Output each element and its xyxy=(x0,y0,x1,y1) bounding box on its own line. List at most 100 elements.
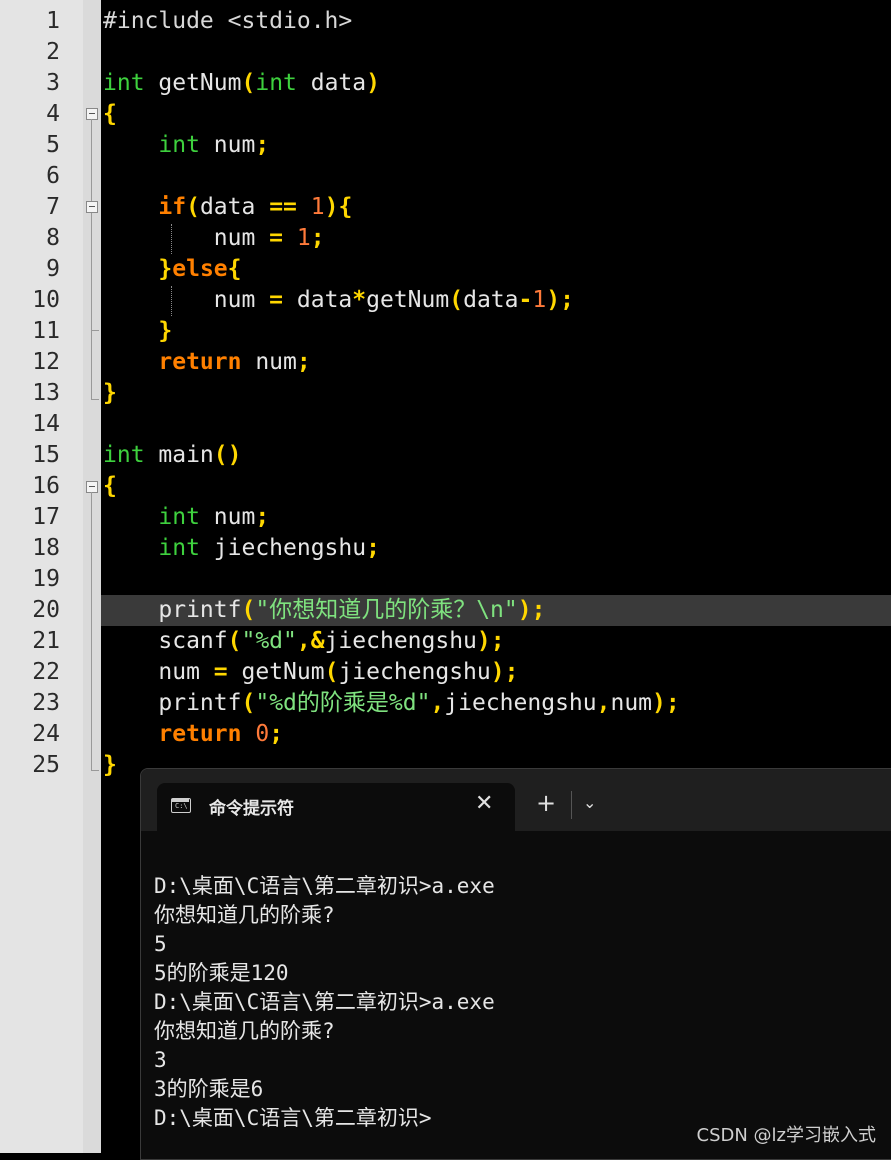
code-token: "你想知道几的阶乘？\n" xyxy=(255,597,518,623)
code-token: = xyxy=(269,225,284,251)
code-line[interactable]: #include <stdio.h> xyxy=(103,6,352,37)
code-token: ) xyxy=(324,194,339,220)
code-token: ; xyxy=(269,721,284,747)
code-token: num xyxy=(199,504,256,530)
code-line[interactable]: { xyxy=(103,99,117,130)
code-token: int xyxy=(103,70,145,96)
line-number: 4 xyxy=(46,101,60,127)
code-token: if xyxy=(158,194,187,220)
terminal-output-line: 5的阶乘是120 xyxy=(154,961,289,985)
code-token: ; xyxy=(255,504,270,530)
code-line[interactable]: return 0; xyxy=(103,719,283,750)
fold-margin xyxy=(83,0,101,1153)
code-token: { xyxy=(338,194,353,220)
code-line[interactable]: num = 1; xyxy=(103,223,325,254)
terminal-output-line: D:\桌面\C语言\第二章初识>a.exe xyxy=(154,874,495,898)
code-line[interactable]: return num; xyxy=(103,347,310,378)
code-token: = xyxy=(213,659,228,685)
line-number: 19 xyxy=(32,566,60,592)
code-token: return xyxy=(158,349,242,375)
code-token: ; xyxy=(310,225,325,251)
code-token: num xyxy=(241,349,297,375)
code-token: num xyxy=(103,225,270,251)
line-number: 9 xyxy=(46,256,60,282)
line-number: 23 xyxy=(32,690,60,716)
line-number: 10 xyxy=(32,287,60,313)
code-line[interactable]: } xyxy=(103,750,117,781)
line-number: 15 xyxy=(32,442,60,468)
fold-toggle-icon[interactable] xyxy=(86,108,98,120)
code-token: ( xyxy=(324,659,339,685)
terminal-titlebar: C:\ 命令提示符 ✕ + ⌄ xyxy=(141,769,891,831)
code-line[interactable]: } xyxy=(103,378,117,409)
code-line[interactable]: int main() xyxy=(103,440,242,471)
code-token: 0 xyxy=(255,721,270,747)
code-line[interactable]: { xyxy=(103,471,117,502)
code-line[interactable]: int jiechengshu; xyxy=(103,533,380,564)
code-line[interactable]: } xyxy=(103,316,172,347)
code-token: = xyxy=(269,287,284,313)
code-token: data xyxy=(199,194,270,220)
code-token: jiechengshu xyxy=(444,690,597,716)
code-token: jiechengshu xyxy=(324,628,477,654)
fold-toggle-icon[interactable] xyxy=(86,481,98,493)
terminal-output[interactable]: D:\桌面\C语言\第二章初识>a.exe 你想知道几的阶乘? 5 5的阶乘是120 D… xyxy=(154,872,495,1133)
terminal-output-line: D:\桌面\C语言\第二章初识>a.exe xyxy=(154,990,495,1014)
code-token: ; xyxy=(490,628,505,654)
new-tab-button[interactable]: + xyxy=(536,789,556,817)
code-token: * xyxy=(352,287,367,313)
chevron-down-icon[interactable]: ⌄ xyxy=(583,793,596,812)
fold-end xyxy=(91,770,99,771)
fold-toggle-icon[interactable] xyxy=(86,201,98,213)
code-token: jiechengshu xyxy=(199,535,367,561)
code-token: 1 xyxy=(296,225,311,251)
code-token: ) xyxy=(652,690,666,716)
code-token: ,& xyxy=(296,628,325,654)
code-token: () xyxy=(213,442,242,468)
code-line[interactable]: int getNum(int data) xyxy=(103,68,380,99)
code-token: , xyxy=(596,690,611,716)
code-token: int xyxy=(103,442,145,468)
command-prompt-window[interactable]: C:\ 命令提示符 ✕ + ⌄ D:\桌面\C语言\第二章初识>a.exe 你想知… xyxy=(140,768,891,1160)
code-token: getNum xyxy=(144,70,242,96)
code-line[interactable]: }else{ xyxy=(103,254,242,285)
code-token: main xyxy=(144,442,214,468)
code-token: 1 xyxy=(310,194,325,220)
code-line[interactable]: num = getNum(jiechengshu); xyxy=(103,657,518,688)
code-line[interactable]: printf("%d的阶乘是%d",jiechengshu,num); xyxy=(103,688,679,719)
code-line[interactable]: int num; xyxy=(103,502,269,533)
titlebar-divider xyxy=(571,791,572,819)
code-line[interactable]: if(data == 1){ xyxy=(103,192,352,223)
code-line[interactable]: int num; xyxy=(103,130,269,161)
code-line[interactable]: printf("你想知道几的阶乘？\n"); xyxy=(103,595,545,626)
code-token: getNum xyxy=(227,659,325,685)
code-line[interactable]: scanf("%d",&jiechengshu); xyxy=(103,626,505,657)
fold-end xyxy=(91,399,99,400)
close-icon[interactable]: ✕ xyxy=(475,791,493,816)
indent-guide xyxy=(171,286,172,316)
watermark: CSDN @lz学习嵌入式 xyxy=(696,1125,877,1146)
line-number: 3 xyxy=(46,70,60,96)
indent-guide xyxy=(171,224,172,254)
terminal-output-line: 3的阶乘是6 xyxy=(154,1077,264,1101)
fold-end xyxy=(91,330,99,331)
code-token: else xyxy=(172,256,228,282)
fold-line xyxy=(91,492,92,770)
code-token: ( xyxy=(241,597,256,623)
line-number: 1 xyxy=(46,8,60,34)
code-token: int xyxy=(255,70,297,96)
code-token: jiechengshu xyxy=(338,659,491,685)
code-token: "%d的阶乘是%d" xyxy=(255,690,431,716)
code-token: { xyxy=(103,101,117,127)
code-token: printf xyxy=(103,690,242,716)
code-token: == xyxy=(269,194,297,220)
code-token: { xyxy=(227,256,242,282)
line-number: 21 xyxy=(32,628,60,654)
terminal-tab[interactable]: C:\ 命令提示符 ✕ xyxy=(157,783,515,831)
line-number: 18 xyxy=(32,535,60,561)
code-line[interactable]: num = data*getNum(data-1); xyxy=(103,285,574,316)
code-token: "%d" xyxy=(241,628,297,654)
